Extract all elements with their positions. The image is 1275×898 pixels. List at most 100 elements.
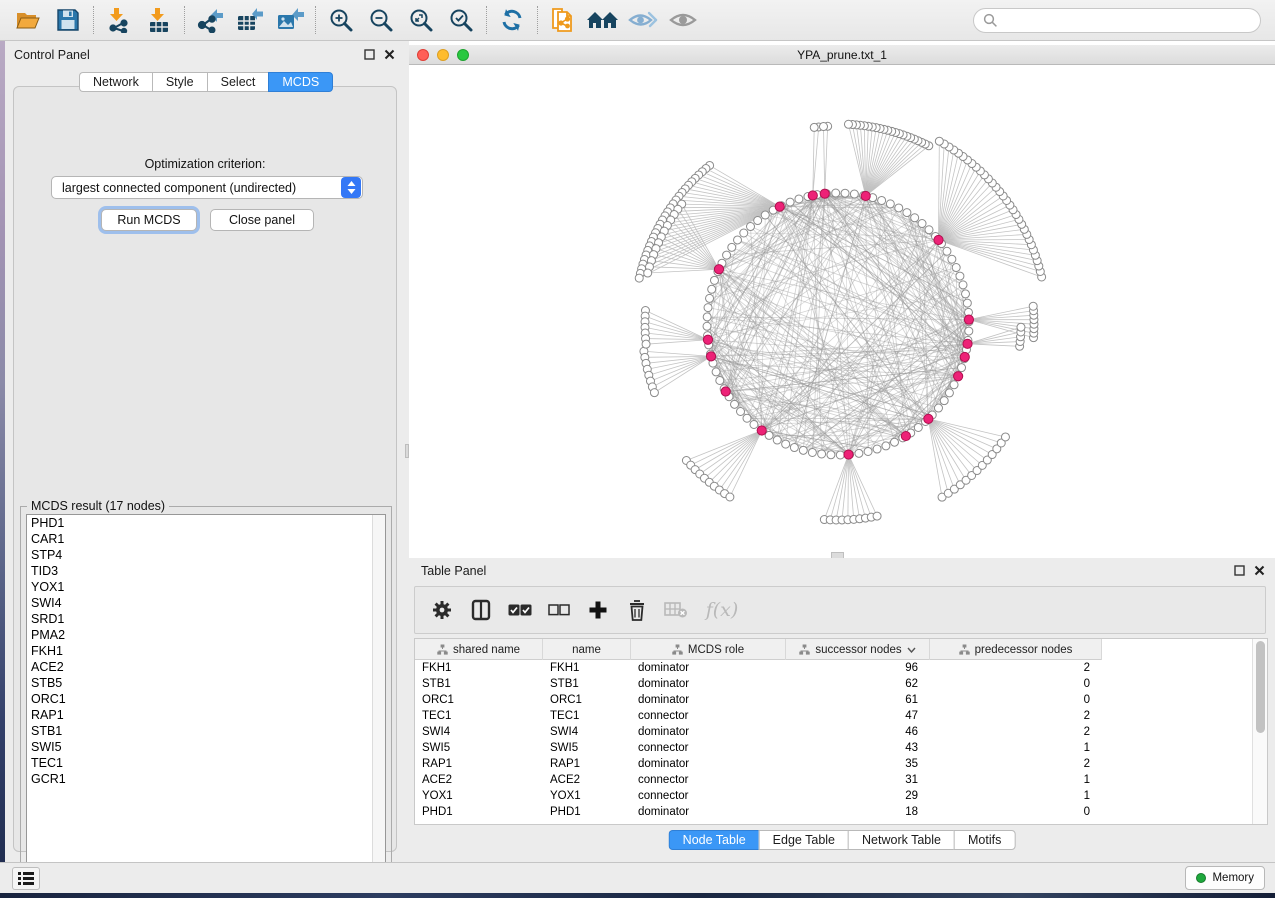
import-network-button[interactable] bbox=[99, 3, 139, 37]
table-cell[interactable]: 35 bbox=[786, 758, 930, 770]
mcds-result-item[interactable]: SWI4 bbox=[27, 595, 385, 611]
table-row[interactable]: PHD1PHD1dominator180 bbox=[415, 804, 1252, 820]
mcds-result-item[interactable]: YOX1 bbox=[27, 579, 385, 595]
mcds-result-item[interactable]: CAR1 bbox=[27, 531, 385, 547]
table-cell[interactable]: STB1 bbox=[415, 678, 543, 690]
first-neighbors-button[interactable] bbox=[583, 3, 623, 37]
table-cell[interactable]: SWI5 bbox=[543, 742, 631, 754]
show-all-button[interactable] bbox=[663, 3, 703, 37]
table-cell[interactable]: 62 bbox=[786, 678, 930, 690]
table-cell[interactable]: YOX1 bbox=[543, 790, 631, 802]
mcds-result-item[interactable]: PHD1 bbox=[27, 515, 385, 531]
table-cell[interactable]: SWI4 bbox=[543, 726, 631, 738]
table-cell[interactable]: 1 bbox=[930, 742, 1102, 754]
tab-motifs[interactable]: Motifs bbox=[954, 830, 1015, 850]
table-cell[interactable]: ACE2 bbox=[415, 774, 543, 786]
memory-button[interactable]: Memory bbox=[1185, 866, 1265, 890]
table-cell[interactable]: ORC1 bbox=[543, 694, 631, 706]
zoom-fit-button[interactable] bbox=[401, 3, 441, 37]
close-panel-icon[interactable] bbox=[1254, 565, 1265, 576]
table-cell[interactable]: 0 bbox=[930, 678, 1102, 690]
table-cell[interactable]: 31 bbox=[786, 774, 930, 786]
table-cell[interactable]: ORC1 bbox=[415, 694, 543, 706]
table-cell[interactable]: SWI5 bbox=[415, 742, 543, 754]
optimization-criterion-select[interactable]: largest connected component (undirected) bbox=[51, 176, 363, 199]
network-canvas[interactable] bbox=[409, 65, 1275, 558]
mcds-result-item[interactable]: SWI5 bbox=[27, 739, 385, 755]
mcds-result-item[interactable]: SRD1 bbox=[27, 611, 385, 627]
close-panel-button[interactable]: Close panel bbox=[210, 209, 314, 231]
table-row[interactable]: FKH1FKH1dominator962 bbox=[415, 660, 1252, 676]
table-cell[interactable]: RAP1 bbox=[543, 758, 631, 770]
export-table-button[interactable] bbox=[230, 3, 270, 37]
column-header-MCDS-role[interactable]: MCDS role bbox=[631, 639, 786, 660]
mcds-result-item[interactable]: GCR1 bbox=[27, 771, 385, 787]
function-builder-button[interactable]: f(x) bbox=[700, 595, 744, 625]
table-row[interactable]: TEC1TEC1connector472 bbox=[415, 708, 1252, 724]
table-cell[interactable]: FKH1 bbox=[543, 662, 631, 674]
table-cell[interactable]: TEC1 bbox=[415, 710, 543, 722]
table-row[interactable]: YOX1YOX1connector291 bbox=[415, 788, 1252, 804]
table-cell[interactable]: 0 bbox=[930, 806, 1102, 818]
table-cell[interactable]: TEC1 bbox=[543, 710, 631, 722]
import-table-button[interactable] bbox=[139, 3, 179, 37]
table-cell[interactable]: PHD1 bbox=[415, 806, 543, 818]
hide-selected-button[interactable] bbox=[623, 3, 663, 37]
table-cell[interactable]: dominator bbox=[631, 662, 786, 674]
network-view[interactable] bbox=[409, 65, 1275, 558]
table-cell[interactable]: dominator bbox=[631, 806, 786, 818]
mcds-result-item[interactable]: RAP1 bbox=[27, 707, 385, 723]
export-network-button[interactable] bbox=[190, 3, 230, 37]
table-cell[interactable]: 2 bbox=[930, 726, 1102, 738]
table-cell[interactable]: FKH1 bbox=[415, 662, 543, 674]
split-columns-button[interactable] bbox=[466, 595, 496, 625]
table-cell[interactable]: 2 bbox=[930, 662, 1102, 674]
table-cell[interactable]: 18 bbox=[786, 806, 930, 818]
table-cell[interactable]: 43 bbox=[786, 742, 930, 754]
result-list-scrollbar[interactable] bbox=[372, 515, 385, 873]
table-cell[interactable]: SWI4 bbox=[415, 726, 543, 738]
table-cell[interactable]: 46 bbox=[786, 726, 930, 738]
table-cell[interactable]: 47 bbox=[786, 710, 930, 722]
mcds-result-item[interactable]: ACE2 bbox=[27, 659, 385, 675]
table-cell[interactable]: 96 bbox=[786, 662, 930, 674]
tab-network[interactable]: Network bbox=[79, 72, 152, 92]
mcds-result-list[interactable]: PHD1CAR1STP4TID3YOX1SWI4SRD1PMA2FKH1ACE2… bbox=[26, 514, 386, 874]
table-cell[interactable]: connector bbox=[631, 710, 786, 722]
table-cell[interactable]: ACE2 bbox=[543, 774, 631, 786]
duplicate-network-button[interactable] bbox=[543, 3, 583, 37]
table-cell[interactable]: RAP1 bbox=[415, 758, 543, 770]
zoom-in-button[interactable] bbox=[321, 3, 361, 37]
table-cell[interactable]: connector bbox=[631, 742, 786, 754]
mcds-result-item[interactable]: STB1 bbox=[27, 723, 385, 739]
select-all-button[interactable] bbox=[505, 595, 535, 625]
table-cell[interactable]: 61 bbox=[786, 694, 930, 706]
zoom-selected-button[interactable] bbox=[441, 3, 481, 37]
table-cell[interactable]: STB1 bbox=[543, 678, 631, 690]
delete-table-button[interactable] bbox=[661, 595, 691, 625]
table-row[interactable]: ORC1ORC1dominator610 bbox=[415, 692, 1252, 708]
search-field[interactable] bbox=[973, 8, 1261, 33]
run-mcds-button[interactable]: Run MCDS bbox=[101, 209, 197, 231]
table-cell[interactable]: dominator bbox=[631, 694, 786, 706]
table-cell[interactable]: 0 bbox=[930, 694, 1102, 706]
table-row[interactable]: SWI4SWI4dominator462 bbox=[415, 724, 1252, 740]
network-titlebar[interactable]: YPA_prune.txt_1 bbox=[409, 45, 1275, 65]
mcds-result-item[interactable]: ORC1 bbox=[27, 691, 385, 707]
table-row[interactable]: ACE2ACE2connector311 bbox=[415, 772, 1252, 788]
tab-mcds[interactable]: MCDS bbox=[268, 72, 333, 92]
table-cell[interactable]: dominator bbox=[631, 758, 786, 770]
table-cell[interactable]: connector bbox=[631, 790, 786, 802]
mcds-result-item[interactable]: FKH1 bbox=[27, 643, 385, 659]
table-cell[interactable]: 2 bbox=[930, 710, 1102, 722]
mcds-result-item[interactable]: PMA2 bbox=[27, 627, 385, 643]
table-cell[interactable]: dominator bbox=[631, 678, 786, 690]
mcds-result-item[interactable]: STB5 bbox=[27, 675, 385, 691]
tab-style[interactable]: Style bbox=[152, 72, 207, 92]
table-row[interactable]: RAP1RAP1dominator352 bbox=[415, 756, 1252, 772]
table-row[interactable]: SWI5SWI5connector431 bbox=[415, 740, 1252, 756]
zoom-out-button[interactable] bbox=[361, 3, 401, 37]
table-cell[interactable]: PHD1 bbox=[543, 806, 631, 818]
column-header-predecessor-nodes[interactable]: predecessor nodes bbox=[930, 639, 1102, 660]
column-header-successor-nodes[interactable]: successor nodes bbox=[786, 639, 930, 660]
